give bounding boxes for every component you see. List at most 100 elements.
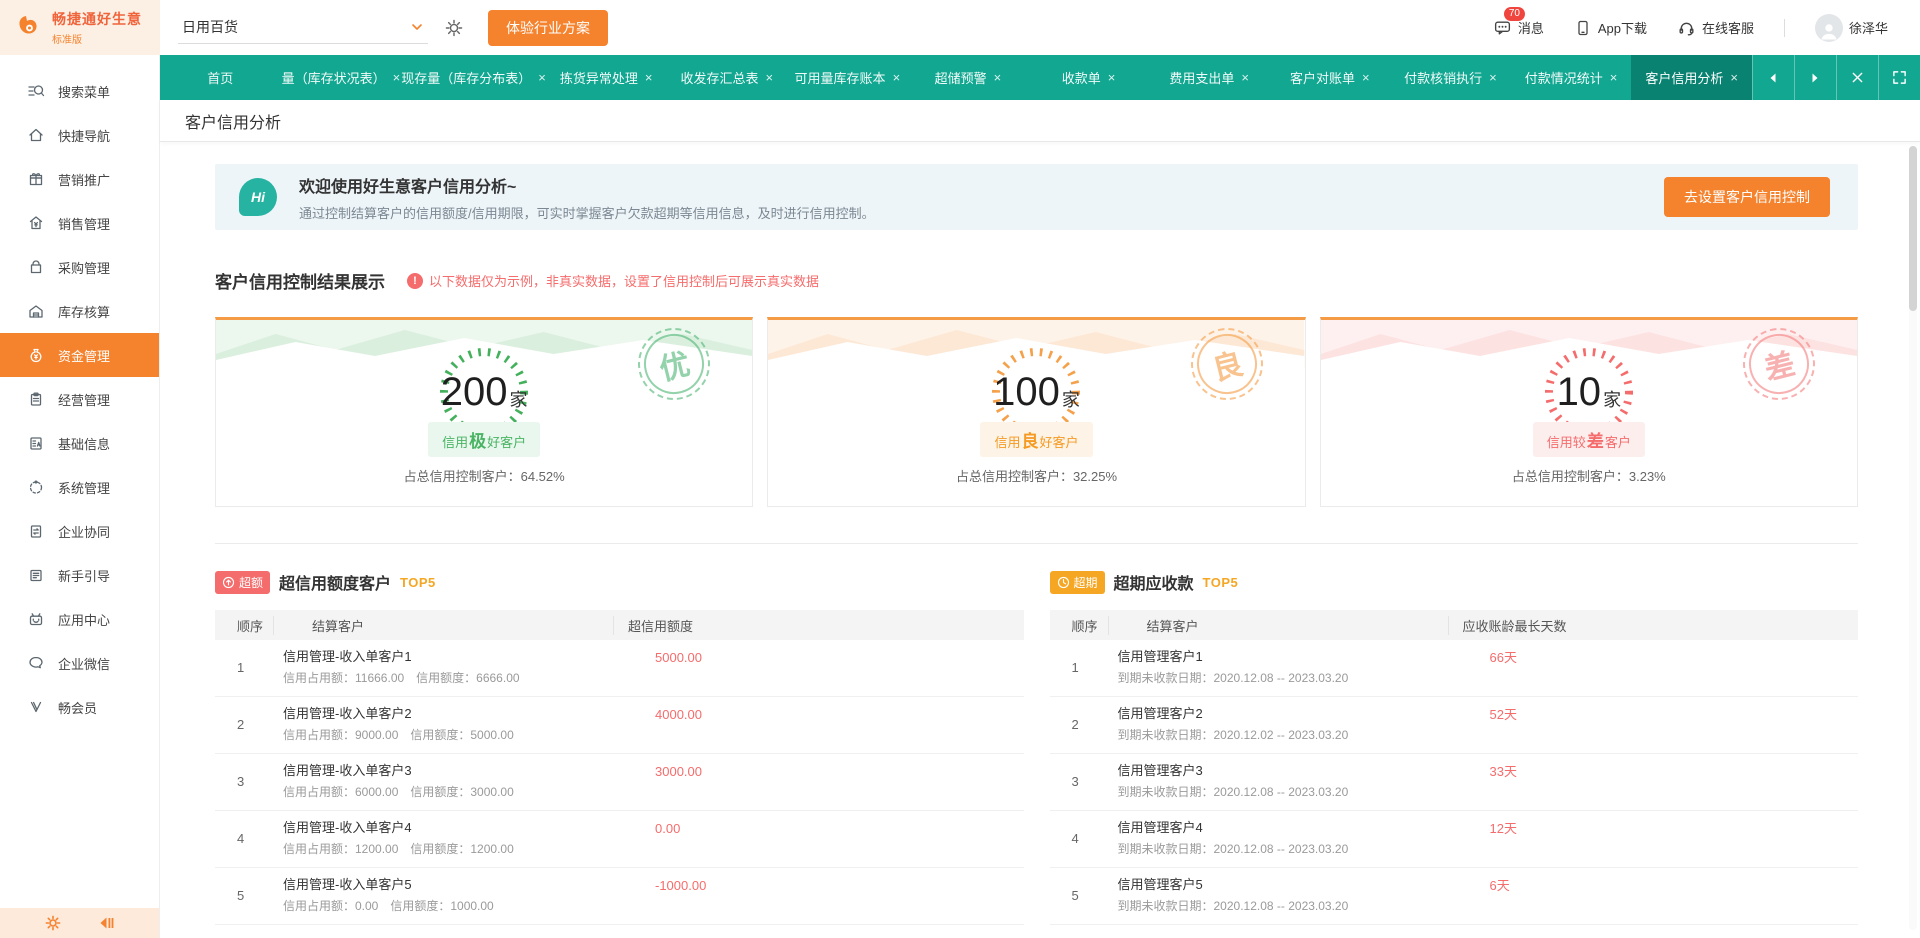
gift-icon xyxy=(29,173,43,186)
card-credit-good: 100 家 信用良好客户 占总信用控制客户：32.25% 良 xyxy=(767,317,1306,507)
percent-of-total: 占总信用控制客户：64.52% xyxy=(403,469,565,484)
overdue-badge: 超期 xyxy=(1049,570,1105,594)
sidebar-item-wechat[interactable]: 企业微信 xyxy=(0,641,159,685)
collapse-sidebar-icon[interactable] xyxy=(97,914,115,932)
table-row[interactable]: 2 信用管理-收入单客户2 信用占用额：9000.00 信用额度：5000.00 … xyxy=(215,697,1024,754)
sample-data-warning: ! 以下数据仅为示例，非真实数据，设置了信用控制后可展示真实数据 xyxy=(407,271,819,290)
tab[interactable]: 收款单 × xyxy=(1028,55,1149,100)
tab-home[interactable]: 首页 xyxy=(160,55,281,100)
sidebar-item-member[interactable]: 畅会员 xyxy=(0,685,159,729)
header-divider xyxy=(1783,18,1785,37)
over-credit-table: 超额 超信用额度客户 TOP5 顺序 结算客户 超信用额度 1 信用管理-收入单… xyxy=(215,570,1024,925)
sidebar-item-purchasing[interactable]: 采购管理 xyxy=(0,245,159,289)
section-header: 客户信用控制结果展示 ! 以下数据仅为示例，非真实数据，设置了信用控制后可展示真… xyxy=(215,268,1858,293)
logo[interactable]: 畅捷通好生意 标准版 xyxy=(0,0,160,55)
sidebar-item-marketing[interactable]: 营销推广 xyxy=(0,157,159,201)
app-center-icon xyxy=(29,613,43,626)
tab[interactable]: 拣货异常处理 × xyxy=(546,55,667,100)
sidebar-settings-gear-icon[interactable] xyxy=(44,914,62,932)
table-row[interactable]: 2 信用管理客户2 到期未收款日期：2020.12.02 -- 2023.03.2… xyxy=(1049,697,1858,754)
tab-close-icon[interactable]: × xyxy=(1489,70,1497,85)
page-title-bar: 客户信用分析 xyxy=(160,100,1920,142)
arrow-up-circle-icon xyxy=(222,576,235,588)
table-row[interactable]: 4 信用管理客户4 到期未收款日期：2020.12.08 -- 2023.03.2… xyxy=(1049,811,1858,868)
credit-cards: 200 家 信用极好客户 占总信用控制客户：64.52% 优 100 家 信用 … xyxy=(215,317,1858,507)
tab[interactable]: 现存量（库存分布表） × xyxy=(401,55,546,100)
online-service-button[interactable]: 在线客服 xyxy=(1677,18,1754,37)
sidebar-item-inventory[interactable]: 库存核算 xyxy=(0,289,159,333)
sidebar-item-quick-nav[interactable]: 快捷导航 xyxy=(0,113,159,157)
card-credit-excellent: 200 家 信用极好客户 占总信用控制客户：64.52% 优 xyxy=(215,317,754,507)
credit-level-badge: 信用良好客户 xyxy=(980,422,1093,457)
tab[interactable]: 收发存汇总表 × xyxy=(666,55,787,100)
tab[interactable]: 超储预警 × xyxy=(908,55,1029,100)
tab-close-icon[interactable]: × xyxy=(1108,70,1116,85)
tab-close-icon[interactable]: × xyxy=(994,70,1002,85)
welcome-banner: Hi 欢迎使用好生意客户信用分析~ 通过控制结算客户的信用额度/信用期限，可实时… xyxy=(215,164,1858,230)
vertical-scrollbar[interactable] xyxy=(1909,146,1917,930)
main-area: 客户信用分析 Hi 欢迎使用好生意客户信用分析~ 通过控制结算客户的信用额度/信… xyxy=(160,100,1920,938)
tab-close-icon[interactable]: × xyxy=(1730,70,1738,85)
tab[interactable]: 可用量库存账本 × xyxy=(787,55,908,100)
fullscreen-icon[interactable] xyxy=(1877,55,1920,100)
industry-select[interactable]: 日用百货 xyxy=(178,11,428,44)
tab-bar: 首页 量（库存状况表） × 现存量（库存分布表） × 拣货异常处理 × 收发存汇总表 ×… xyxy=(160,55,1920,100)
customer-count: 200 xyxy=(440,370,508,414)
table-row[interactable]: 3 信用管理-收入单客户3 信用占用额：6000.00 信用额度：3000.00 … xyxy=(215,754,1024,811)
count-unit: 家 xyxy=(509,390,528,410)
guide-icon xyxy=(30,569,42,582)
tab[interactable]: 费用支出单 × xyxy=(1149,55,1270,100)
user-menu[interactable]: 徐泽华 xyxy=(1814,13,1888,42)
tabs-scroll-right-button[interactable] xyxy=(1793,55,1836,100)
tab-close-icon[interactable]: × xyxy=(538,70,546,85)
tab[interactable]: 客户对账单 × xyxy=(1269,55,1390,100)
settings-gear-icon[interactable] xyxy=(444,18,464,38)
sidebar-item-funds[interactable]: 资金管理 xyxy=(0,333,159,377)
sidebar-item-guide[interactable]: 新手引导 xyxy=(0,553,159,597)
clock-icon xyxy=(1057,576,1069,588)
setup-credit-control-button[interactable]: 去设置客户信用控制 xyxy=(1664,177,1830,217)
percent-of-total: 占总信用控制客户：3.23% xyxy=(1511,469,1666,484)
online-service-label: 在线客服 xyxy=(1701,21,1754,36)
tab[interactable]: 付款核销执行 × xyxy=(1390,55,1511,100)
sidebar-item-collaboration[interactable]: 企业协同 xyxy=(0,509,159,553)
table-row[interactable]: 3 信用管理客户3 到期未收款日期：2020.12.08 -- 2023.03.2… xyxy=(1049,754,1858,811)
tab[interactable]: 量（库存状况表） × xyxy=(281,55,402,100)
banner-title: 欢迎使用好生意客户信用分析~ xyxy=(299,178,517,196)
tab-close-icon[interactable]: × xyxy=(1362,70,1370,85)
hi-bubble-icon: Hi xyxy=(239,178,277,216)
table-row[interactable]: 1 信用管理-收入单客户1 信用占用额：11666.00 信用额度：6666.00… xyxy=(215,640,1024,697)
app-download-button[interactable]: App下载 xyxy=(1574,18,1647,37)
top5-label: TOP5 xyxy=(1202,574,1239,590)
card-credit-poor: 10 家 信用较差客户 占总信用控制客户：3.23% 差 xyxy=(1319,317,1858,507)
table-row[interactable]: 5 信用管理客户5 到期未收款日期：2020.12.08 -- 2023.03.2… xyxy=(1049,868,1858,925)
tab-close-icon[interactable]: × xyxy=(893,70,901,85)
tab-close-icon[interactable]: × xyxy=(393,70,401,85)
search-icon xyxy=(28,85,45,97)
overdue-receivables-table: 超期 超期应收款 TOP5 顺序 结算客户 应收账龄最长天数 1 信用管理客户1… xyxy=(1049,570,1858,925)
table-row[interactable]: 5 信用管理-收入单客户5 信用占用额：0.00 信用额度：1000.00 -10… xyxy=(215,868,1024,925)
messages-button[interactable]: 70 消息 xyxy=(1493,7,1544,37)
sidebar-item-operations[interactable]: 经营管理 xyxy=(0,377,159,421)
sidebar-item-system[interactable]: 系统管理 xyxy=(0,465,159,509)
section-title: 客户信用控制结果展示 xyxy=(215,273,385,292)
sidebar-item-base-info[interactable]: 基础信息 xyxy=(0,421,159,465)
sidebar-item-sales[interactable]: 销售管理 xyxy=(0,201,159,245)
table-row[interactable]: 4 信用管理-收入单客户4 信用占用额：1200.00 信用额度：1200.00 … xyxy=(215,811,1024,868)
tab[interactable]: 付款情况统计 × xyxy=(1511,55,1632,100)
sidebar-item-search[interactable]: 搜索菜单 xyxy=(0,69,159,113)
table-row[interactable]: 1 信用管理客户1 到期未收款日期：2020.12.08 -- 2023.03.2… xyxy=(1049,640,1858,697)
trial-industry-button[interactable]: 体验行业方案 xyxy=(488,9,608,46)
tab-close-icon[interactable]: × xyxy=(1610,70,1618,85)
tabs-close-all-button[interactable] xyxy=(1835,55,1878,100)
phone-icon xyxy=(1578,20,1588,35)
credit-level-badge: 信用极好客户 xyxy=(428,422,541,457)
tabs-scroll-left-button[interactable] xyxy=(1751,55,1794,100)
tab-active[interactable]: 客户信用分析 × xyxy=(1631,55,1752,100)
sidebar-item-app-center[interactable]: 应用中心 xyxy=(0,597,159,641)
tab-close-icon[interactable]: × xyxy=(645,70,653,85)
credit-level-badge: 信用较差客户 xyxy=(1532,422,1645,457)
tab-close-icon[interactable]: × xyxy=(765,70,773,85)
scrollbar-thumb[interactable] xyxy=(1909,146,1917,311)
tab-close-icon[interactable]: × xyxy=(1241,70,1249,85)
